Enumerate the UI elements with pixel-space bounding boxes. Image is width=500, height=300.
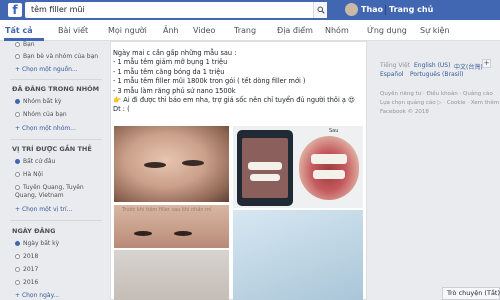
phone-image bbox=[237, 130, 293, 206]
chat-bar[interactable]: Trò chuyện (Tắt) bbox=[442, 287, 500, 300]
post-photo-face[interactable] bbox=[114, 250, 229, 300]
tab-all[interactable]: Tất cả bbox=[5, 26, 33, 35]
search-button[interactable] bbox=[313, 2, 327, 18]
choose-date-link[interactable]: + Chọn ngày... bbox=[15, 292, 59, 299]
filter-option-anywhere[interactable]: Bất cứ đâu bbox=[15, 158, 55, 165]
eye-shape bbox=[182, 160, 204, 166]
language-current: Tiếng Việt bbox=[380, 62, 411, 69]
filter-option-2018[interactable]: 2018 bbox=[15, 253, 38, 260]
teeth-shape bbox=[250, 174, 280, 181]
search-icon bbox=[317, 6, 325, 14]
footer-links[interactable]: Quyền riêng tư · Điều khoản · Quảng cáo bbox=[380, 91, 493, 97]
radio-icon bbox=[15, 159, 20, 164]
divider bbox=[10, 139, 102, 140]
eye-shape bbox=[134, 231, 152, 236]
post-photo-before-after[interactable]: Trước khi tiêm filler sau khi nhấn mí bbox=[114, 205, 229, 248]
teeth-shape bbox=[313, 170, 345, 179]
tab-videos[interactable]: Video bbox=[193, 26, 215, 35]
tab-people[interactable]: Mọi người bbox=[108, 26, 147, 35]
post-text: Ngày mai c cần gấp những mẫu sau : - 1 m… bbox=[113, 49, 355, 114]
section-title-date-posted: NGÀY ĐĂNG bbox=[12, 227, 56, 235]
radio-icon bbox=[15, 185, 20, 190]
tab-posts[interactable]: Bài viết bbox=[58, 26, 88, 35]
section-title-posted-in-group: ĐĂ ĐĂNG TRONG NHÓM bbox=[12, 85, 100, 93]
filter-option-any-group[interactable]: Nhóm bất kỳ bbox=[15, 98, 61, 105]
tab-apps[interactable]: Ứng dụng bbox=[367, 26, 407, 35]
photo-caption: Sau bbox=[329, 128, 339, 134]
smile-image bbox=[299, 136, 359, 200]
divider bbox=[10, 79, 102, 80]
filter-option-any-date[interactable]: Ngày bất kỳ bbox=[15, 240, 59, 247]
language-spanish-link[interactable]: Español bbox=[380, 71, 404, 78]
radio-icon bbox=[15, 280, 20, 285]
choose-source-link[interactable]: + Chọn một nguồn... bbox=[15, 66, 78, 73]
radio-icon bbox=[15, 241, 20, 246]
choose-location-link[interactable]: + Chọn một vị trí... bbox=[15, 206, 72, 213]
post-photo-eyes-closeup[interactable] bbox=[114, 126, 229, 202]
search-filter-tabs: Tất cả Bài viết Mọi người Ảnh Video Tran… bbox=[0, 20, 500, 41]
post-photo-teeth[interactable]: Sau bbox=[233, 126, 363, 208]
radio-icon bbox=[15, 42, 20, 47]
filter-sidebar: Bạn Bạn bè và nhóm của bạn + Chọn một ng… bbox=[0, 41, 108, 300]
tab-events[interactable]: Sự kiện bbox=[420, 26, 450, 35]
tab-photos[interactable]: Ảnh bbox=[163, 26, 179, 35]
home-link[interactable]: Trang chủ bbox=[389, 5, 433, 14]
tab-places[interactable]: Địa điểm bbox=[277, 26, 313, 35]
search-input[interactable]: têm filler mũi bbox=[25, 2, 327, 18]
radio-icon bbox=[15, 99, 20, 104]
top-navigation-bar: f têm filler mũi Thao Trang chủ bbox=[0, 0, 500, 20]
filter-option-2016[interactable]: 2016 bbox=[15, 279, 38, 286]
divider bbox=[10, 220, 102, 221]
copyright-text: Facebook © 2018 bbox=[380, 109, 429, 115]
profile-name-link[interactable]: Thao bbox=[361, 5, 383, 14]
language-english-link[interactable]: English (US) bbox=[414, 62, 450, 69]
tab-groups[interactable]: Nhóm bbox=[325, 26, 349, 35]
tab-pages[interactable]: Trang bbox=[234, 26, 256, 35]
radio-icon bbox=[15, 54, 20, 59]
section-title-tagged-location: VỊ TRÍ ĐƯỢC GẮN THẺ bbox=[12, 145, 92, 153]
facebook-logo-icon[interactable]: f bbox=[8, 3, 22, 17]
filter-option-hanoi[interactable]: Hà Nội bbox=[15, 171, 43, 178]
eye-shape bbox=[174, 231, 192, 236]
filter-option-tuyen-quang[interactable]: Tuyên Quang, Tuyên Quang, Vietnam bbox=[15, 184, 95, 200]
filter-option-friends-groups[interactable]: Bạn bè và nhóm của bạn bbox=[15, 53, 98, 60]
filter-option-you[interactable]: Bạn bbox=[15, 41, 35, 48]
language-portuguese-link[interactable]: Português (Brasil) bbox=[410, 71, 463, 78]
radio-icon bbox=[15, 267, 20, 272]
choose-group-link[interactable]: + Chọn một nhóm... bbox=[15, 125, 76, 132]
eye-shape bbox=[144, 162, 166, 168]
post-photo-bottom[interactable] bbox=[233, 210, 363, 300]
filter-option-your-groups[interactable]: Nhóm của bạn bbox=[15, 111, 67, 118]
photo-caption: Trước khi tiêm filler sau khi nhấn mí bbox=[122, 207, 212, 213]
teeth-shape bbox=[311, 154, 347, 164]
language-chinese-link[interactable]: 中文(台灣) bbox=[454, 62, 483, 71]
divider bbox=[385, 5, 386, 15]
radio-icon bbox=[15, 112, 20, 117]
add-language-button[interactable]: + bbox=[482, 59, 491, 68]
avatar[interactable] bbox=[345, 3, 358, 16]
phone-screen bbox=[242, 138, 288, 198]
radio-icon bbox=[15, 172, 20, 177]
filter-option-2017[interactable]: 2017 bbox=[15, 266, 38, 273]
teeth-shape bbox=[248, 162, 282, 170]
radio-icon bbox=[15, 254, 20, 259]
footer-links[interactable]: Lựa chọn quảng cáo ▷ · Cookie · Xem thêm bbox=[380, 100, 499, 106]
